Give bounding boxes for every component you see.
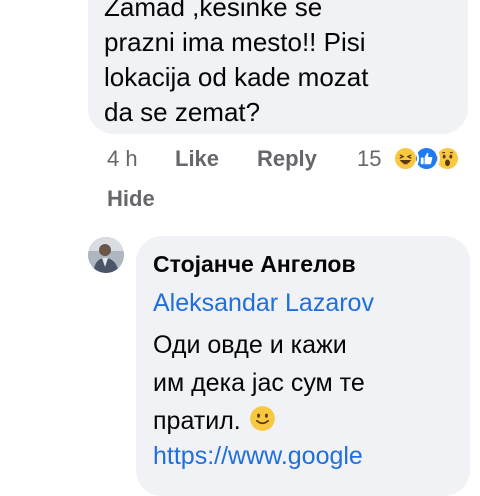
reply-line: пратил. [153,402,463,440]
slightly-smiling-face-icon [249,406,275,431]
comment-line: Zamad ,kesinke se [104,0,323,22]
haha-icon [392,145,419,172]
reply-line: Оди овде и кажи [153,331,347,359]
reaction-count[interactable]: 15 [357,146,381,172]
avatar[interactable] [88,237,124,273]
comment-line: da se zemat? [104,97,261,127]
mention-link[interactable]: Aleksandar Lazarov [153,289,374,318]
like-button[interactable]: Like [175,146,219,172]
url-link[interactable]: https://www.google [153,442,363,471]
comment-line: lokacija od kade mozat [104,62,369,92]
comment-author[interactable]: Стојанче Ангелов [153,251,356,278]
reactions-summary[interactable] [392,145,472,175]
hide-button[interactable]: Hide [107,186,155,212]
reply-comment-text: Оди овде и кажи им дека јас сум те прати… [153,326,463,440]
comment-text: Zamad ,kesinke se prazni ima mesto!! Pis… [104,0,464,130]
profile-photo-icon [88,237,124,273]
comment-timestamp[interactable]: 4 h [107,146,138,172]
reply-line: им дека јас сум те [153,369,365,397]
reply-line-text: пратил. [153,407,241,435]
reply-button[interactable]: Reply [257,146,317,172]
comment-line: prazni ima mesto!! Pisi [104,27,366,57]
